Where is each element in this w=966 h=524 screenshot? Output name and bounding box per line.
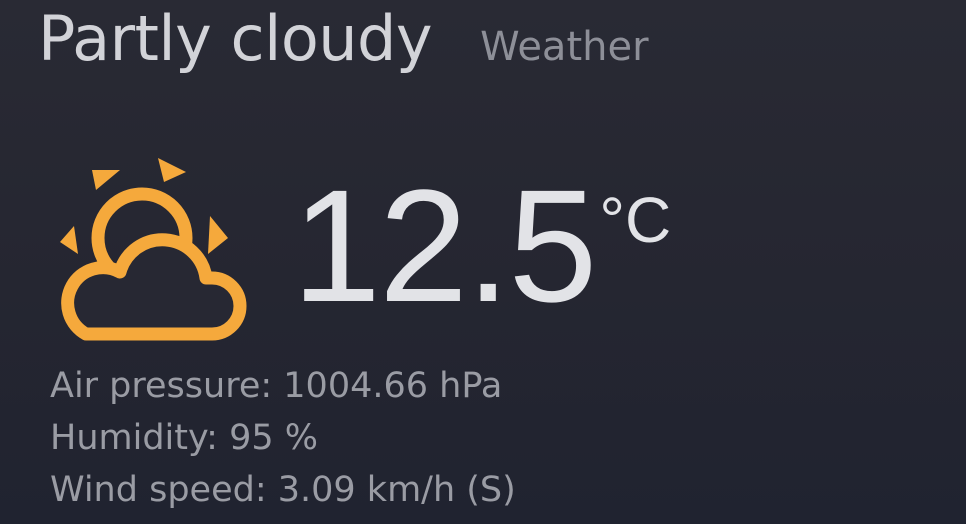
wind-speed: Wind speed: 3.09 km/h (S)	[50, 470, 516, 510]
widget-header: Partly cloudy Weather	[38, 0, 649, 78]
temperature-unit: °C	[599, 184, 672, 256]
air-pressure: Air pressure: 1004.66 hPa	[50, 366, 503, 406]
humidity: Humidity: 95 %	[50, 418, 318, 458]
weather-details: Air pressure: 1004.66 hPa Humidity: 95 %…	[50, 360, 516, 516]
weather-widget[interactable]: Partly cloudy Weather 12.5 °C Air pressu…	[0, 0, 966, 524]
temperature-readout: 12.5 °C	[292, 166, 671, 326]
weather-condition: Partly cloudy	[38, 2, 433, 75]
widget-title: Weather	[480, 24, 649, 70]
partly-cloudy-icon	[60, 158, 247, 341]
temperature-value: 12.5	[292, 156, 597, 335]
